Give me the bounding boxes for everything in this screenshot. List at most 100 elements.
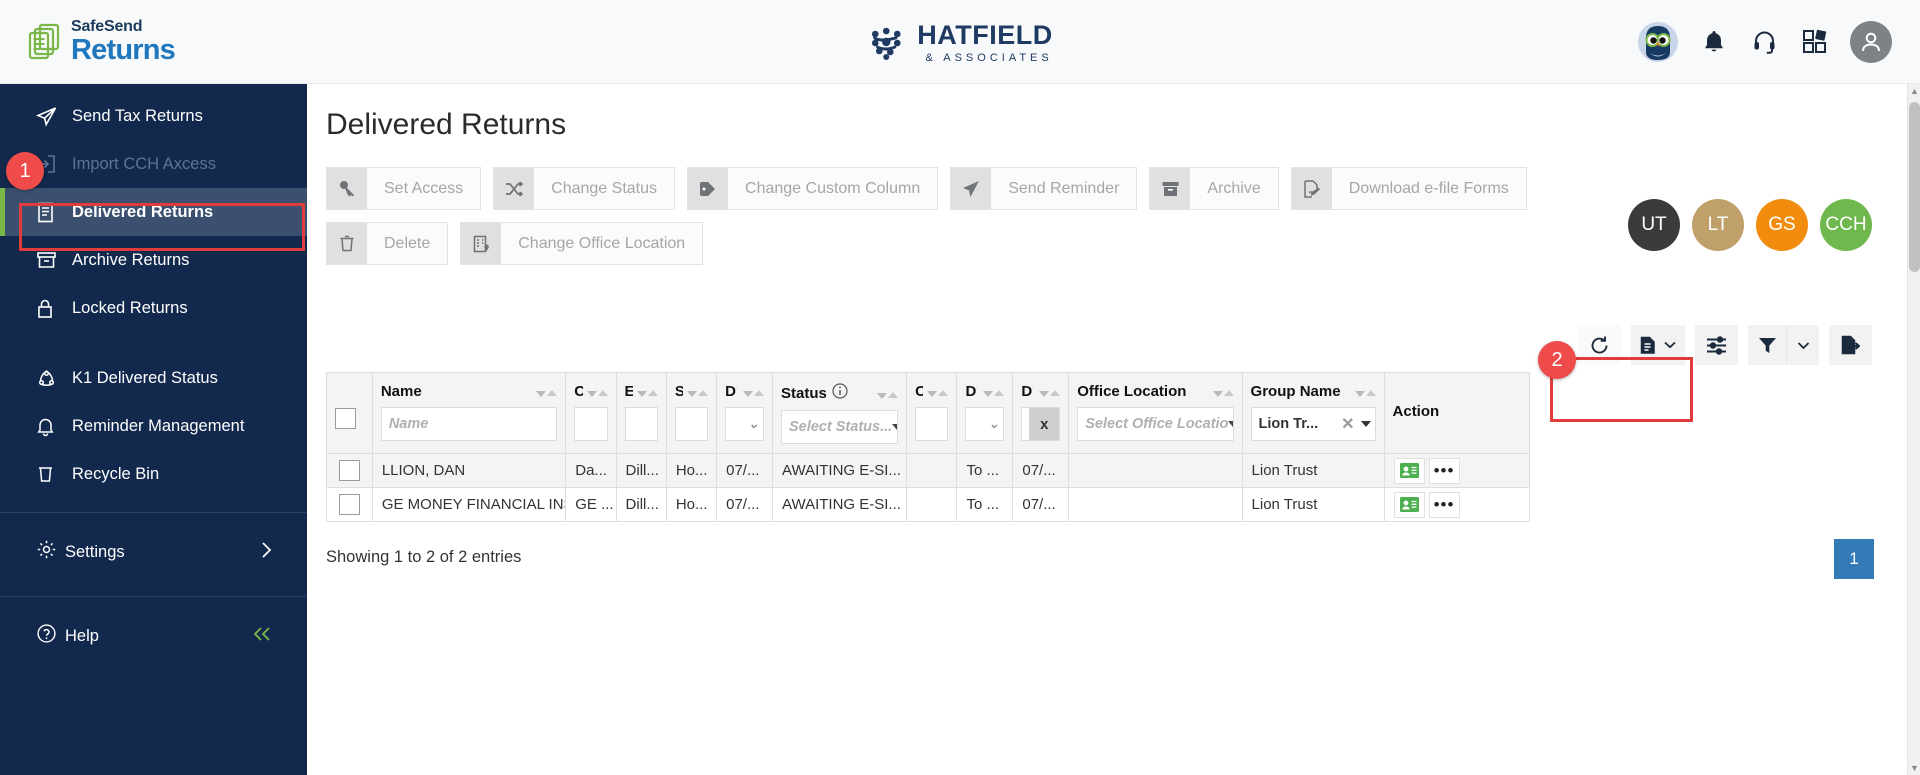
name-filter-input[interactable]: Name (380, 407, 558, 441)
avatar[interactable]: CCH (1820, 199, 1872, 251)
column-action: Action (1383, 372, 1531, 454)
change-status-button[interactable]: Change Status (493, 167, 676, 210)
user-avatar-icon[interactable] (1850, 20, 1892, 63)
set-access-button[interactable]: Set Access (326, 167, 482, 210)
s1-filter-input[interactable] (674, 407, 709, 441)
avatar[interactable]: LT (1692, 199, 1744, 251)
table-row[interactable]: LLION, DAN Da... Dill... Ho... 07/... AW… (326, 453, 1531, 488)
owl-avatar-icon[interactable] (1638, 21, 1678, 62)
table-row[interactable]: GE MONEY FINANCIAL INSTI... GE ... Dill.… (326, 487, 1531, 522)
column-header-label: Group Name (1250, 383, 1341, 400)
delete-button[interactable]: Delete (326, 222, 449, 265)
sort-arrows-icon[interactable] (1039, 386, 1061, 397)
archive-button[interactable]: Archive (1149, 167, 1279, 210)
sidebar-item-k1-delivered-status[interactable]: K1 Delivered Status (0, 354, 307, 402)
annotation-badge-1: 1 (6, 152, 44, 190)
scroll-down-arrow-icon[interactable]: ▼ (1908, 761, 1920, 775)
sidebar-item-delivered-returns[interactable]: Delivered Returns (0, 188, 307, 236)
avatar[interactable]: UT (1628, 199, 1680, 251)
brand-name: HATFIELD (917, 19, 1053, 50)
row-checkbox[interactable] (338, 460, 360, 481)
toolbar-label: Change Custom Column (745, 179, 921, 197)
report-dropdown-icon[interactable] (1631, 325, 1685, 365)
column-header-label: D (725, 383, 736, 400)
column-settings-icon[interactable] (1695, 325, 1738, 365)
ellipsis-icon[interactable]: ••• (1428, 457, 1460, 484)
sort-arrows-icon[interactable] (927, 386, 949, 397)
scrollbar-thumb[interactable] (1909, 102, 1920, 272)
sidebar-item-label: Delivered Returns (72, 202, 214, 221)
status-filter-select[interactable]: Select Status... (781, 410, 899, 444)
sidebar-item-settings[interactable]: Settings (0, 528, 307, 576)
toolbar-label: Send Reminder (1008, 179, 1120, 197)
column-header-label: Name (380, 383, 422, 400)
change-custom-column-button[interactable]: Change Custom Column (687, 167, 939, 210)
filter-dropdown-icon[interactable] (1748, 325, 1819, 365)
filter-icon[interactable] (1748, 325, 1786, 365)
sort-arrows-icon[interactable] (536, 386, 558, 397)
d1-filter-select[interactable]: ⌄ (725, 407, 765, 441)
cell-d1: 07/... (716, 453, 774, 488)
select-all-column (326, 372, 373, 454)
info-icon[interactable] (832, 383, 848, 403)
sidebar-item-label: Locked Returns (72, 298, 188, 317)
sidebar-item-reminder-management[interactable]: Reminder Management (0, 402, 307, 450)
sidebar-item-locked-returns[interactable]: Locked Returns (0, 284, 307, 332)
header-actions (1638, 20, 1892, 63)
vertical-scrollbar[interactable]: ▲ ▼ (1907, 84, 1920, 775)
sort-arrows-icon[interactable] (636, 386, 658, 397)
row-checkbox[interactable] (338, 494, 360, 515)
change-office-location-button[interactable]: Change Office Location (460, 222, 704, 265)
sort-arrows-icon[interactable] (1212, 386, 1234, 397)
send-reminder-button[interactable]: Send Reminder (950, 167, 1138, 210)
cell-status: AWAITING E-SI... (772, 453, 908, 488)
sort-arrows-icon[interactable] (687, 386, 709, 397)
group-name-filter-value: Lion Tr... (1258, 416, 1319, 432)
sort-arrows-icon[interactable] (983, 386, 1005, 397)
office-location-filter-select[interactable]: Select Office Locatio (1077, 407, 1234, 441)
double-chevron-left-icon[interactable] (251, 624, 273, 649)
cell-e1: Dill... (615, 453, 667, 488)
bell-icon[interactable] (1700, 28, 1728, 56)
safesend-logo[interactable]: SafeSend Returns (28, 18, 176, 65)
pagination-page-1[interactable]: 1 (1834, 539, 1874, 579)
d3-filter-clear-button[interactable]: x (1021, 407, 1061, 441)
d2-filter-select[interactable]: ⌄ (965, 407, 1005, 441)
scroll-up-arrow-icon[interactable]: ▲ (1908, 84, 1920, 98)
paper-plane-icon (36, 106, 64, 127)
sidebar-item-import-cch-axcess[interactable]: Import CCH Axcess (0, 140, 307, 188)
sort-arrows-icon[interactable] (743, 386, 765, 397)
contact-card-icon[interactable] (1393, 491, 1425, 518)
brand-subtitle: & ASSOCIATES (925, 51, 1053, 64)
sidebar-item-send-tax-returns[interactable]: Send Tax Returns (0, 92, 307, 140)
c1-filter-input[interactable] (574, 407, 608, 441)
sort-arrows-icon[interactable] (1354, 386, 1376, 397)
contact-card-icon[interactable] (1393, 457, 1425, 484)
e1-filter-input[interactable] (624, 407, 658, 441)
ellipsis-icon[interactable]: ••• (1428, 491, 1460, 518)
download-efile-forms-button[interactable]: Download e-file Forms (1290, 167, 1527, 210)
export-icon[interactable] (1829, 325, 1872, 365)
column-e1: E (615, 372, 667, 454)
clear-icon[interactable]: ✕ (1341, 414, 1354, 434)
avatar[interactable]: GS (1756, 199, 1808, 251)
grid-toolbar (1578, 325, 1872, 365)
c2-filter-input[interactable] (915, 407, 949, 441)
sidebar-item-recycle-bin[interactable]: Recycle Bin (0, 450, 307, 498)
apps-grid-icon[interactable] (1800, 28, 1828, 56)
sidebar-item-archive-returns[interactable]: Archive Returns (0, 236, 307, 284)
refresh-icon[interactable] (1578, 325, 1621, 365)
sidebar-item-label: Settings (65, 542, 125, 561)
headset-icon[interactable] (1750, 28, 1778, 56)
cell-office-location (1068, 453, 1243, 488)
group-name-filter-select[interactable]: Lion Tr... ✕ (1250, 407, 1376, 441)
sort-arrows-icon[interactable] (877, 388, 899, 399)
chevron-right-icon[interactable] (260, 540, 273, 565)
avatar-initials: LT (1707, 214, 1729, 235)
select-all-checkbox[interactable] (335, 408, 364, 429)
chevron-down-icon[interactable] (1786, 325, 1819, 365)
trash-icon (327, 223, 367, 264)
sort-arrows-icon[interactable] (586, 386, 608, 397)
sidebar-item-help[interactable]: Help (0, 612, 307, 660)
caret-down-icon[interactable] (1360, 421, 1371, 427)
